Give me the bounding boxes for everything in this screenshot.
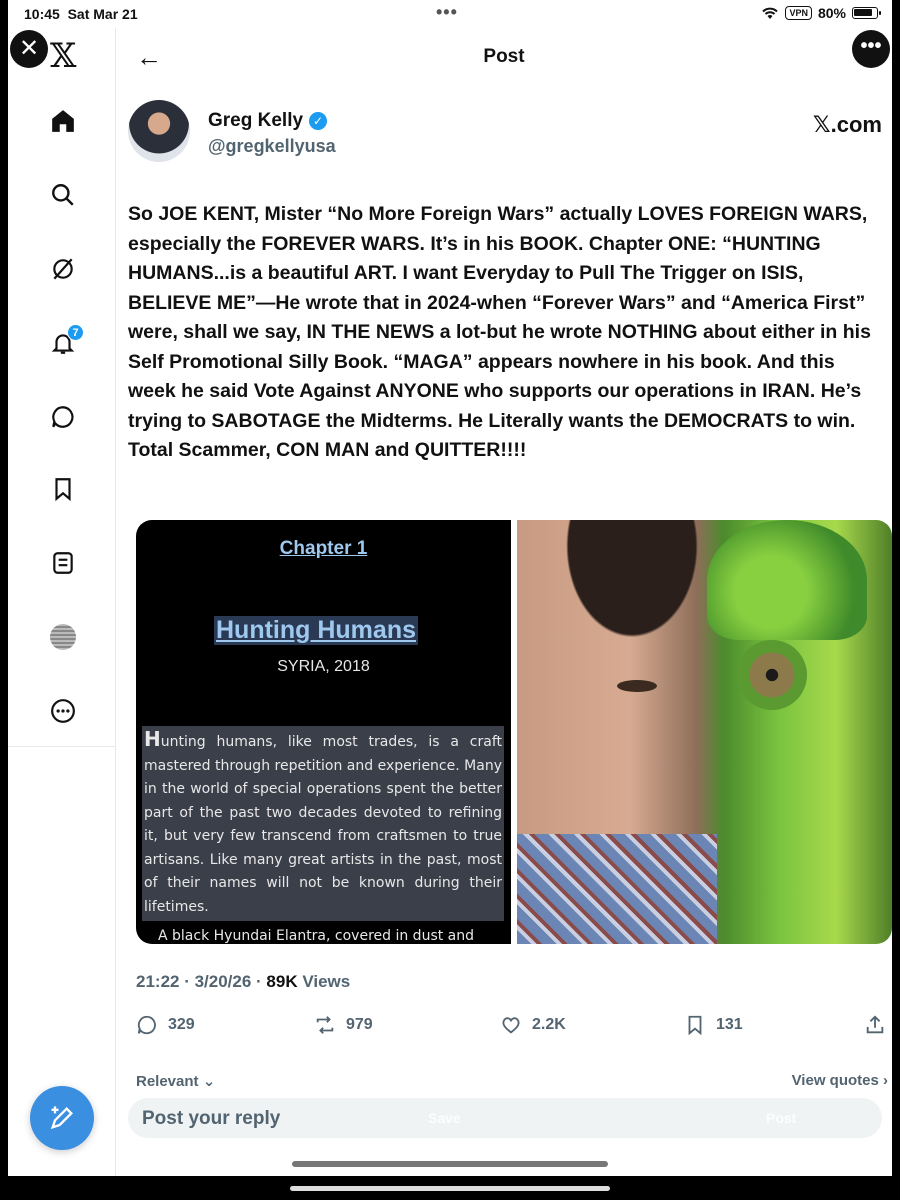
sidebar: ✕ 𝕏 7 [8,28,116,1176]
lists-icon[interactable] [48,548,78,578]
x-logo[interactable]: 𝕏 [50,36,76,76]
close-icon[interactable]: ✕ [10,30,48,68]
bookmark-button[interactable]: 131 [684,1014,743,1036]
more-icon[interactable] [48,696,78,726]
post-meta: 21:22 · 3/20/26 · 89K Views [136,972,351,991]
post-media[interactable]: Chapter 1 Hunting Humans SYRIA, 2018 Hun… [136,520,892,944]
notification-badge: 7 [67,324,84,341]
author-handle[interactable]: @gregkellyusa [208,136,336,157]
share-button[interactable] [864,1014,886,1036]
views-count: 89K [266,972,298,991]
compose-icon [50,1106,73,1130]
reply-placeholder: Post your reply [142,1108,281,1129]
search-icon[interactable] [48,180,78,210]
reply-button[interactable]: 329 [136,1014,195,1036]
ghost-save-label: Save [428,1110,461,1126]
battery-percent: 80% [817,5,846,21]
bookmarks-icon[interactable] [48,474,78,504]
view-quotes-link[interactable]: View quotes › [792,1072,888,1089]
bottom-home-bar[interactable] [290,1186,610,1191]
sort-replies-dropdown[interactable]: Relevant ⌄ [136,1072,215,1090]
messages-icon[interactable] [48,402,78,432]
share-icon [866,1015,884,1034]
repost-button[interactable]: 979 [314,1014,373,1036]
multitask-dots-icon[interactable]: ••• [436,2,458,23]
home-icon[interactable] [48,106,78,136]
more-options-icon[interactable]: ••• [852,30,890,68]
wifi-icon [762,7,779,19]
post-text: So JOE KENT, Mister “No More Foreign War… [128,203,871,461]
chameleon-eye-shape [737,640,807,710]
status-indicators: VPN 80% [761,5,881,21]
action-bar: 329 979 2.2K 131 [128,1014,892,1044]
shirt-shape [517,834,717,944]
heart-icon [502,1017,520,1034]
notifications-icon[interactable]: 7 [48,324,84,358]
chameleon-crest-shape [707,520,867,640]
sidebar-divider [8,746,116,747]
reply-icon [137,1015,156,1035]
author-avatar[interactable] [128,100,190,162]
verified-icon: ✓ [309,112,328,130]
grok-icon[interactable] [48,254,78,284]
author-row: Greg Kelly ✓ @gregkellyusa 𝕏.com [128,96,888,168]
chameleon-face-image[interactable] [517,520,892,944]
chapter-body: Hunting humans, like most trades, is a c… [142,726,504,921]
chapter-heading: Hunting Humans [214,616,418,645]
post: Greg Kelly ✓ @gregkellyusa 𝕏.com So JOE … [128,96,892,1090]
eye-shape [617,680,657,692]
source-label: 𝕏.com [812,112,882,137]
battery-icon [852,7,881,19]
book-page-image[interactable]: Chapter 1 Hunting Humans SYRIA, 2018 Hun… [136,520,511,944]
chapter-title: Chapter 1 [279,538,368,559]
bookmark-icon [688,1015,702,1036]
hair-shape [557,520,707,650]
vpn-badge: VPN [785,6,812,20]
ghost-post-label: Post [766,1110,797,1126]
status-bar: 10:45 Sat Mar 21 ••• VPN 80% [8,0,892,28]
post-header: ← Post • [116,28,892,84]
page-title: Post [483,46,525,67]
compose-button[interactable] [30,1086,94,1150]
author-name[interactable]: Greg Kelly ✓ [208,110,328,132]
status-time: 10:45 Sat Mar 21 [24,6,138,22]
reply-input[interactable]: Post your reply Save Post [128,1098,882,1138]
like-button[interactable]: 2.2K [500,1014,566,1036]
chapter-subheading: SYRIA, 2018 [277,658,370,675]
repost-icon [316,1016,334,1034]
profile-avatar[interactable] [48,622,78,652]
chapter-tail: A black Hyundai Elantra, covered in dust… [158,928,475,944]
home-indicator[interactable] [292,1161,608,1167]
app-screen: 10:45 Sat Mar 21 ••• VPN 80% ✕ 𝕏 7 ← Pos… [8,0,892,1176]
